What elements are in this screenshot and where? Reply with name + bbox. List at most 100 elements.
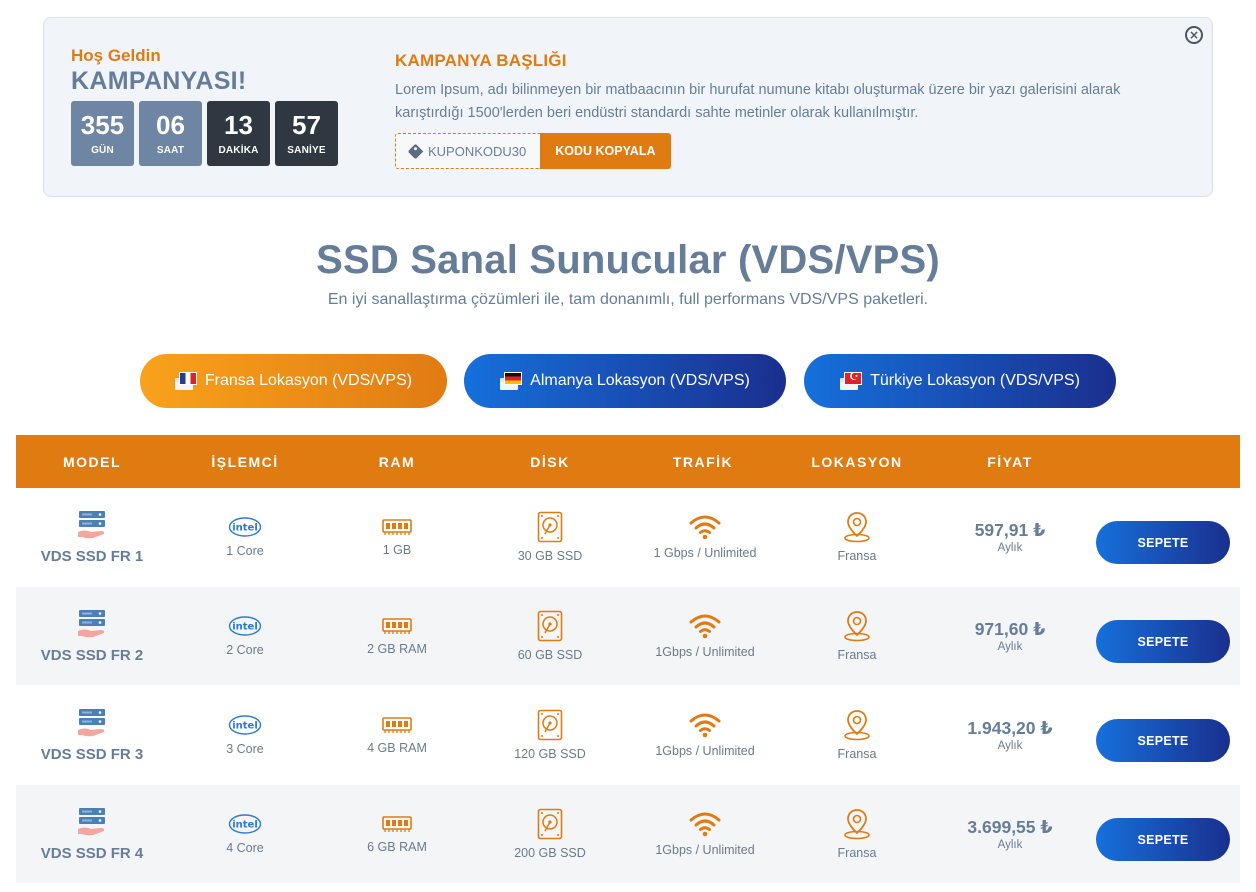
column-header-disk: DİSK [530, 453, 570, 470]
traffic-value: 1Gbps / Unlimited [655, 843, 755, 857]
disk-cell: 200 GB SSD [490, 785, 610, 883]
coupon-code-field[interactable]: KUPONKODU30 [395, 133, 541, 169]
server-icon [77, 609, 107, 639]
countdown-label: SANİYE [287, 144, 326, 156]
price-value: 3.699,55 ₺ [967, 817, 1053, 837]
location-value: Fransa [837, 549, 877, 563]
countdown-minutes: 13 DAKİKA [207, 101, 270, 166]
table-row: VDS SSD FR 4 intel 4 Core 6 GB RAM 200 GB SS… [16, 785, 1240, 883]
price-period: Aylık [997, 740, 1023, 752]
disk-value: 200 GB SSD [514, 846, 586, 860]
ram-value: 6 GB RAM [367, 840, 427, 854]
close-icon[interactable]: × [1185, 26, 1203, 44]
wifi-icon [689, 811, 721, 837]
copy-code-button[interactable]: KODU KOPYALA [540, 133, 671, 169]
pricing-table-header: MODEL İŞLEMCİ RAM DİSK TRAFİK LOKASYON F… [16, 435, 1240, 488]
countdown-value: 57 [292, 109, 321, 140]
wifi-icon [689, 613, 721, 639]
banner-greeting: Hoş Geldin [71, 46, 161, 65]
svg-text:intel: intel [232, 721, 258, 732]
tab-label: Türkiye Lokasyon (VDS/VPS) [870, 372, 1080, 389]
disk-cell: 120 GB SSD [490, 686, 610, 784]
add-to-cart-button[interactable]: SEPETE [1096, 719, 1230, 762]
location-cell: Fransa [797, 488, 917, 586]
page-subtitle: En iyi sanallaştırma çözümleri ile, tam … [327, 291, 929, 308]
tab-label: Fransa Lokasyon (VDS/VPS) [204, 372, 413, 389]
price-cell: 3.699,55 ₺ Aylık [950, 785, 1070, 883]
ram-icon [382, 715, 412, 735]
svg-text:intel: intel [232, 523, 258, 534]
cpu-value: 2 Core [226, 643, 264, 657]
svg-text:intel: intel [232, 622, 258, 633]
countdown-label: SAAT [156, 144, 185, 156]
ram-cell: 4 GB RAM [337, 686, 457, 784]
tab-turkey[interactable]: Türkiye Lokasyon (VDS/VPS) [804, 354, 1116, 408]
server-icon [77, 708, 107, 738]
location-value: Fransa [837, 846, 877, 860]
column-header-location: LOKASYON [811, 453, 903, 470]
campaign-description: Lorem Ipsum, adı bilinmeyen bir matbaacı… [395, 82, 1121, 121]
tab-label: Almanya Lokasyon (VDS/VPS) [530, 372, 750, 389]
location-pin-icon [842, 709, 872, 741]
page-title: SSD Sanal Sunucular (VDS/VPS) [316, 238, 940, 282]
countdown-hours: 06 SAAT [139, 101, 202, 166]
add-to-cart-button[interactable]: SEPETE [1096, 620, 1230, 663]
price-value: 597,91 ₺ [974, 520, 1046, 540]
location-cell: Fransa [797, 587, 917, 685]
countdown-timer: 355 GÜN 06 SAAT 13 DAKİKA 57 SANİYE [71, 101, 338, 166]
price-cell: 971,60 ₺ Aylık [950, 587, 1070, 685]
disk-cell: 30 GB SSD [490, 488, 610, 586]
location-pin-icon [842, 511, 872, 543]
traffic-cell: 1 Gbps / Unlimited [643, 488, 767, 586]
disk-cell: 60 GB SSD [490, 587, 610, 685]
intel-icon: intel [228, 714, 262, 736]
tab-france[interactable]: Fransa Lokasyon (VDS/VPS) [140, 354, 447, 408]
ram-icon [382, 814, 412, 834]
tab-germany[interactable]: Almanya Lokasyon (VDS/VPS) [464, 354, 786, 408]
model-value: VDS SSD FR 3 [40, 745, 144, 763]
ram-value: 2 GB RAM [367, 642, 427, 656]
price-value: 1.943,20 ₺ [967, 718, 1053, 738]
disk-value: 60 GB SSD [517, 648, 583, 662]
model-value: VDS SSD FR 2 [40, 646, 144, 664]
price-period: Aylık [997, 542, 1023, 554]
cpu-value: 3 Core [226, 742, 264, 756]
tag-icon [407, 143, 424, 159]
server-icon [77, 510, 107, 540]
intel-icon: intel [228, 615, 262, 637]
table-row: VDS SSD FR 2 intel 2 Core 2 GB RAM 60 GB SSD… [16, 587, 1240, 685]
cpu-cell: intel 2 Core [185, 587, 305, 685]
disk-value: 120 GB SSD [514, 747, 586, 761]
cpu-cell: intel 3 Core [185, 686, 305, 784]
campaign-banner: × Hoş Geldin KAMPANYASI! 355 GÜN 06 SAAT… [43, 17, 1213, 197]
model-cell: VDS SSD FR 4 [32, 785, 152, 883]
column-header-price: FİYAT [987, 453, 1033, 470]
hard-disk-icon [537, 511, 563, 543]
column-header-model: MODEL [62, 453, 122, 470]
coupon-box: KUPONKODU30 KODU KOPYALA [395, 133, 671, 169]
traffic-value: 1Gbps / Unlimited [655, 645, 755, 659]
campaign-title: KAMPANYA BAŞLIĞI [395, 51, 567, 70]
ram-icon [382, 616, 412, 636]
ram-cell: 6 GB RAM [337, 785, 457, 883]
wifi-icon [689, 712, 721, 738]
add-to-cart-button[interactable]: SEPETE [1096, 521, 1230, 564]
price-value: 971,60 ₺ [974, 619, 1046, 639]
traffic-cell: 1Gbps / Unlimited [643, 686, 767, 784]
countdown-label: GÜN [91, 144, 114, 156]
banner-campaign-word: KAMPANYASI! [71, 67, 247, 95]
price-cell: 1.943,20 ₺ Aylık [950, 686, 1070, 784]
cpu-value: 1 Core [226, 544, 264, 558]
traffic-cell: 1Gbps / Unlimited [643, 587, 767, 685]
countdown-value: 355 [80, 109, 125, 140]
countdown-value: 13 [224, 109, 253, 140]
countdown-days: 355 GÜN [71, 101, 134, 166]
location-cell: Fransa [797, 686, 917, 784]
countdown-value: 06 [156, 109, 185, 140]
column-header-traffic: TRAFİK [672, 453, 734, 470]
traffic-value: 1 Gbps / Unlimited [653, 546, 757, 560]
model-cell: VDS SSD FR 2 [32, 587, 152, 685]
france-flag-icon [174, 372, 197, 390]
add-to-cart-button[interactable]: SEPETE [1096, 818, 1230, 861]
hard-disk-icon [537, 808, 563, 840]
